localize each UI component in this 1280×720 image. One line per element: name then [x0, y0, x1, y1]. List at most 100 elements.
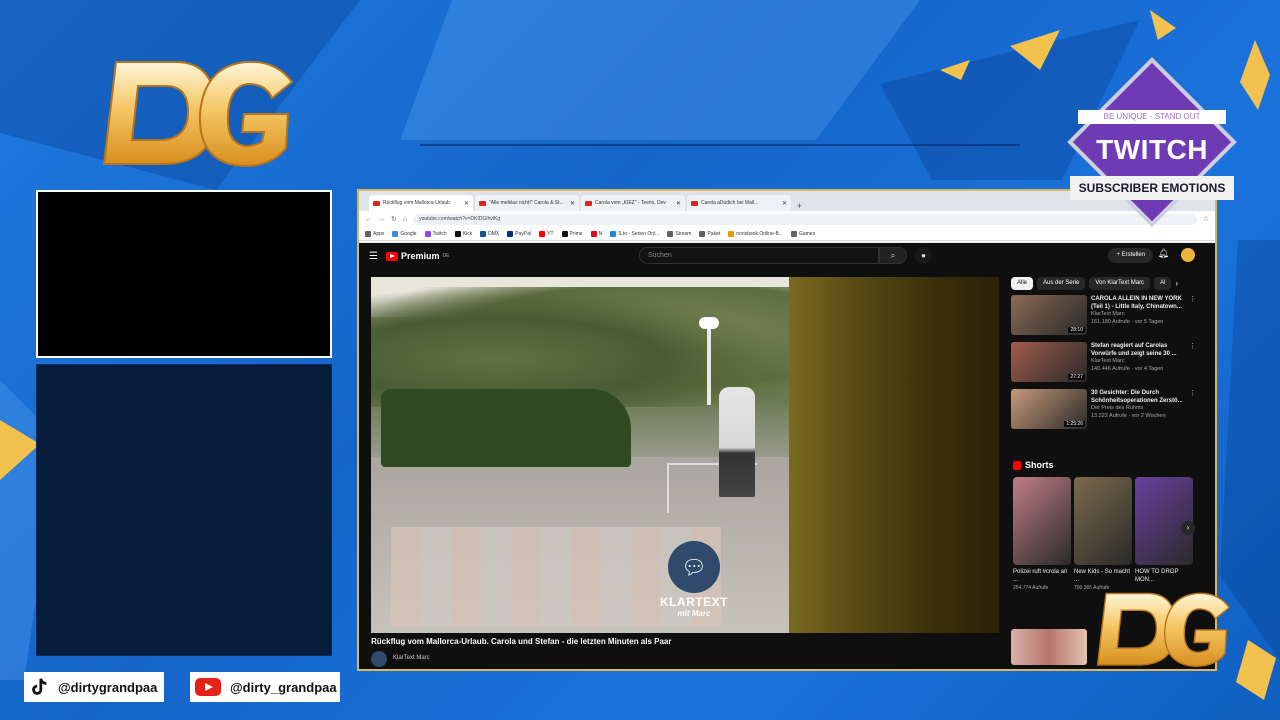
- search-icon[interactable]: ⌕: [879, 247, 907, 264]
- channel-avatar[interactable]: [371, 651, 387, 667]
- search-input[interactable]: Suchen: [639, 247, 879, 264]
- filter-chips: Alle Aus der Serie Von KlarText Marc Al …: [1011, 277, 1178, 290]
- bookmark-item[interactable]: Google: [392, 230, 417, 237]
- bookmark-item[interactable]: DMX: [480, 230, 499, 237]
- bookmark-label: Google: [400, 230, 417, 237]
- chat-panel: [36, 364, 332, 656]
- recommendation-channel: KlarText Marc: [1091, 311, 1125, 318]
- bookmark-item[interactable]: Games: [790, 230, 816, 237]
- bookmark-favicon-icon: [699, 230, 706, 237]
- recommendation-title: 30 Gesichter: Die Durch Schönheitsoperat…: [1091, 390, 1183, 405]
- forward-icon[interactable]: →: [378, 216, 385, 223]
- more-options-icon[interactable]: ⋮: [1189, 389, 1196, 429]
- bell-icon[interactable]: 🔔︎: [1158, 248, 1169, 259]
- channel-name[interactable]: KlarText Marc: [393, 655, 430, 661]
- chip-more[interactable]: Al: [1154, 277, 1172, 290]
- reload-icon[interactable]: ↻: [391, 215, 397, 223]
- bookmark-item[interactable]: Paket: [699, 230, 721, 237]
- short-item[interactable]: New Kids - So macht ... 700.365 Aufrufe: [1074, 477, 1132, 591]
- bookmark-favicon-icon: [392, 230, 399, 237]
- chevron-right-icon[interactable]: ›: [1181, 521, 1195, 535]
- youtube-favicon-icon: [585, 200, 592, 206]
- more-options-icon[interactable]: ⋮: [1189, 342, 1196, 382]
- video-title: Rückflug vom Mallorca-Urlaub. Carola und…: [371, 637, 672, 646]
- youtube-page: ☰ Premium DE Suchen ⌕ ● + Erstellen 🔔︎ 💬︎…: [359, 243, 1215, 669]
- recommendation-item[interactable]: 28:10 CAROLA ALLEIN IN NEW YORK (Teil 1)…: [1011, 295, 1211, 335]
- tiktok-icon: [28, 673, 50, 701]
- short-thumbnail[interactable]: [1074, 477, 1132, 565]
- close-icon[interactable]: ✕: [782, 200, 787, 207]
- browser-tab[interactable]: "Alle meiklas nicht!" Carola & St... ✕: [475, 195, 579, 211]
- bookmark-favicon-icon: [728, 230, 735, 237]
- chevron-right-icon[interactable]: ›: [1175, 277, 1178, 290]
- close-icon[interactable]: ✕: [464, 200, 469, 207]
- bookmark-item[interactable]: Prime: [561, 230, 583, 237]
- browser-tab[interactable]: Carola vom „KIEZ" - Teens, Dev ✕: [581, 195, 685, 211]
- bookmark-label: Prime: [569, 230, 583, 237]
- bookmark-item[interactable]: norisbank Online-B...: [728, 230, 783, 237]
- recommendation-title: CAROLA ALLEIN IN NEW YORK (Teil 1) - Lit…: [1091, 296, 1182, 311]
- tab-label: Carola vom „KIEZ" - Teens, Dev: [595, 200, 666, 206]
- bookmark-item[interactable]: Kick: [454, 230, 472, 237]
- browser-tab[interactable]: Rückflug vom Mallorca-Urlaub ✕: [369, 195, 473, 211]
- bookmark-favicon-icon: [539, 230, 546, 237]
- bookmark-label: Twitch: [432, 230, 447, 237]
- create-button-label: Erstellen: [1121, 252, 1145, 258]
- bookmark-favicon-icon: [480, 230, 487, 237]
- video-player[interactable]: 💬︎ KLARTEXT mit Marc: [371, 277, 999, 633]
- bg-line: [420, 144, 1020, 146]
- bookmark-favicon-icon: [454, 230, 461, 237]
- bookmark-label: PayPal: [515, 230, 532, 237]
- shorts-heading-label: Shorts: [1025, 460, 1054, 470]
- chip-alle[interactable]: Alle: [1011, 277, 1034, 290]
- bookmark-favicon-icon: [667, 230, 674, 237]
- tab-label: Carola aDüdich bei Mall...: [701, 200, 759, 206]
- more-options-icon[interactable]: ⋮: [1189, 295, 1196, 335]
- create-button[interactable]: + Erstellen: [1108, 248, 1153, 263]
- short-item[interactable]: Polizei ruft #crola an ... 254.774 Aufru…: [1013, 477, 1071, 591]
- bookmark-item[interactable]: S.to - Serien Onl...: [610, 230, 659, 237]
- close-icon[interactable]: ✕: [676, 200, 681, 207]
- video-frame-pillar: [789, 277, 999, 633]
- bookmark-favicon-icon: [365, 230, 371, 237]
- recommendation-item[interactable]: 27:27 Stefan reagiert auf Carolas Vorwür…: [1011, 342, 1211, 382]
- menu-icon[interactable]: ☰: [369, 251, 378, 262]
- youtube-icon: [194, 673, 222, 701]
- badge-title: TWITCH: [1096, 134, 1208, 165]
- gold-fleck: [1236, 640, 1276, 700]
- youtube-logo[interactable]: Premium DE: [385, 251, 449, 261]
- home-icon[interactable]: ⌂: [403, 216, 407, 223]
- youtube-favicon-icon: [691, 200, 698, 206]
- recommendation-thumbnail[interactable]: [1011, 629, 1087, 665]
- back-icon[interactable]: ←: [365, 216, 372, 223]
- avatar[interactable]: [1181, 248, 1195, 262]
- youtube-play-icon: [385, 251, 398, 261]
- recommendation-thumbnail[interactable]: 1:25:26: [1011, 389, 1087, 429]
- bookmark-item[interactable]: N: [590, 230, 602, 237]
- browser-tab[interactable]: Carola aDüdich bei Mall... ✕: [687, 195, 791, 211]
- bookmark-label: Games: [798, 230, 816, 237]
- speech-bubble-icon: 💬︎: [668, 541, 720, 593]
- bookmark-label: YT: [547, 230, 554, 237]
- chip-channel[interactable]: Von KlarText Marc: [1089, 277, 1151, 290]
- recommendation-thumbnail[interactable]: 28:10: [1011, 295, 1087, 335]
- recommendation-thumbnail[interactable]: 27:27: [1011, 342, 1087, 382]
- channel-watermark: 💬︎ KLARTEXT mit Marc: [651, 541, 737, 618]
- recommendation-stats: 161.180 Aufrufe · vor 5 Tagen: [1091, 318, 1164, 325]
- browser-window: Rückflug vom Mallorca-Urlaub ✕ "Alle meik…: [357, 189, 1217, 671]
- bookmark-item[interactable]: Twitch: [424, 230, 447, 237]
- bookmark-label: Apps: [373, 230, 385, 237]
- dg-logo: [102, 60, 294, 168]
- bookmark-item[interactable]: Stream: [667, 230, 691, 237]
- short-thumbnail[interactable]: [1013, 477, 1071, 565]
- recommendation-title: Stefan reagiert auf Carolas Vorwürfe und…: [1091, 343, 1177, 358]
- bookmark-item[interactable]: Apps: [365, 230, 385, 237]
- microphone-icon[interactable]: ●: [915, 247, 932, 264]
- bookmark-item[interactable]: YT: [539, 230, 554, 237]
- recommendation-item[interactable]: 1:25:26 30 Gesichter: Die Durch Schönhei…: [1011, 389, 1211, 429]
- new-tab-button[interactable]: +: [793, 201, 806, 211]
- close-icon[interactable]: ✕: [570, 200, 575, 207]
- bookmark-item[interactable]: PayPal: [507, 230, 532, 237]
- chip-series[interactable]: Aus der Serie: [1037, 277, 1086, 290]
- bookmark-label: Paket: [707, 230, 721, 237]
